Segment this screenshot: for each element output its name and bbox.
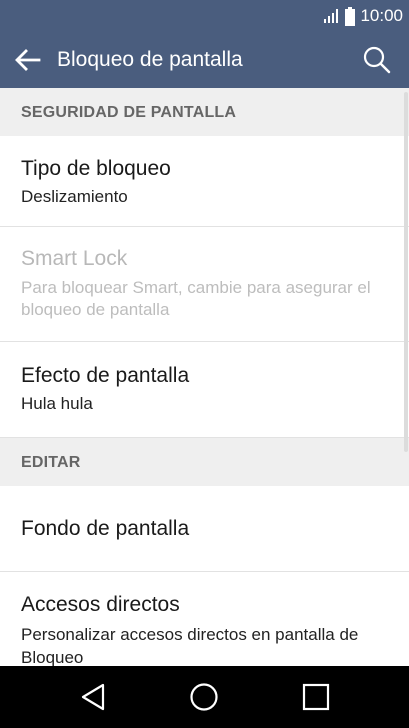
page-title: Bloqueo de pantalla [57,48,243,71]
setting-tipo-de-bloqueo[interactable]: Tipo de bloqueo Deslizamiento [0,136,409,227]
arrow-left-icon [15,49,41,71]
status-icons: 10:00 [324,6,403,26]
setting-subtitle: Personalizar accesos directos en pantall… [21,625,359,666]
app-toolbar: Bloqueo de pantalla [0,32,409,88]
setting-title: Efecto de pantalla [21,364,190,387]
nav-home-icon [190,683,218,711]
battery-icon [345,6,356,26]
signal-icon [324,9,339,23]
nav-back-button[interactable] [71,677,115,717]
search-button[interactable] [359,42,395,78]
setting-accesos-directos[interactable]: Accesos directos Personalizar accesos di… [0,572,409,666]
back-button[interactable] [10,44,46,76]
scrollbar[interactable] [404,92,408,452]
nav-recents-icon [302,683,330,711]
setting-title: Tipo de bloqueo [21,157,171,180]
setting-subtitle: Deslizamiento [21,187,128,206]
setting-title: Smart Lock [21,247,128,270]
setting-fondo-de-pantalla[interactable]: Fondo de pantalla [0,486,409,572]
settings-list: SEGURIDAD DE PANTALLA Tipo de bloqueo De… [0,88,409,666]
setting-title: Fondo de pantalla [21,517,190,540]
setting-title: Accesos directos [21,593,180,616]
setting-smart-lock: Smart Lock Para bloquear Smart, cambie p… [0,227,409,342]
navigation-bar [0,666,409,728]
section-header-editar: EDITAR [0,438,409,486]
screen: 10:00 Bloqueo de pantalla SEGURIDAD DE P… [0,0,409,728]
status-time: 10:00 [360,6,403,25]
setting-efecto-de-pantalla[interactable]: Efecto de pantalla Hula hula [0,342,409,438]
section-header-seguridad: SEGURIDAD DE PANTALLA [0,88,409,136]
search-icon [363,46,391,74]
status-bar: 10:00 [0,0,409,32]
setting-subtitle: Para bloquear Smart, cambie para asegura… [21,278,371,319]
setting-subtitle: Hula hula [21,394,93,413]
nav-home-button[interactable] [182,677,226,717]
nav-recents-button[interactable] [294,677,338,717]
nav-back-icon [81,683,105,711]
